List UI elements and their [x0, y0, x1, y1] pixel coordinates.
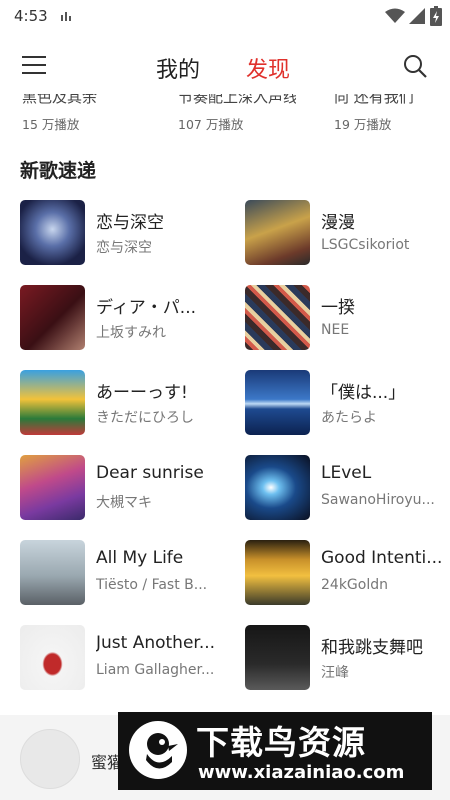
playlist-play-count: 19 万播放	[334, 117, 392, 132]
song-title: あーーっす!	[96, 383, 188, 403]
battery-icon	[430, 6, 442, 26]
song-title: 「僕は...」	[321, 383, 406, 403]
menu-icon[interactable]	[22, 54, 48, 76]
playlist-play-count: 107 万播放	[178, 117, 244, 132]
album-cover	[245, 285, 310, 350]
album-cover	[245, 370, 310, 435]
song-title: ディア・パ...	[96, 298, 197, 318]
song-item[interactable]: 「僕は...」 あたらよ	[245, 367, 450, 435]
song-item[interactable]: 和我跳支舞吧 汪峰	[245, 622, 450, 690]
song-item[interactable]: あーーっす! きただにひろし	[20, 367, 230, 435]
song-artist: 大槻マキ	[96, 495, 152, 511]
song-item[interactable]: 漫漫 LSGCsikoriot	[245, 197, 450, 265]
song-item[interactable]: LEveL SawanoHiroyu...	[245, 452, 450, 520]
wifi-icon	[385, 8, 405, 23]
song-artist: 恋与深空	[96, 240, 152, 256]
song-title: 漫漫	[321, 213, 355, 233]
song-artist: LSGCsikoriot	[321, 237, 410, 253]
sim-card-icon	[61, 12, 71, 21]
album-cover	[20, 285, 85, 350]
playlist-play-count: 15 万播放	[22, 117, 80, 132]
song-item[interactable]: Just Another... Liam Gallagher...	[20, 622, 230, 690]
album-cover	[20, 200, 85, 265]
song-title: All My Life	[96, 548, 184, 568]
song-artist: あたらよ	[321, 410, 377, 426]
player-album-disc[interactable]	[20, 729, 80, 789]
section-title-new-songs: 新歌速递	[20, 160, 97, 182]
song-artist: 24kGoldn	[321, 577, 388, 593]
watermark-title: 下载鸟资源	[196, 723, 366, 762]
album-cover	[245, 455, 310, 520]
song-title: 和我跳支舞吧	[321, 638, 423, 658]
top-navigation: 我的 发现	[0, 38, 450, 94]
album-cover	[20, 540, 85, 605]
song-item[interactable]: All My Life Tiësto / Fast B...	[20, 537, 230, 605]
cell-signal-icon	[409, 8, 425, 24]
song-title: 恋与深空	[96, 213, 164, 233]
status-time: 4:53	[14, 7, 48, 25]
search-icon[interactable]	[402, 53, 428, 79]
album-cover	[20, 625, 85, 690]
album-cover	[20, 370, 85, 435]
song-title: Good Intenti...	[321, 548, 443, 568]
song-artist: きただにひろし	[96, 410, 194, 426]
song-artist: Tiësto / Fast B...	[96, 577, 208, 593]
song-title: 一揆	[321, 298, 355, 318]
song-item[interactable]: Good Intenti... 24kGoldn	[245, 537, 450, 605]
album-cover	[245, 540, 310, 605]
song-item[interactable]: 一揆 NEE	[245, 282, 450, 350]
song-item[interactable]: ディア・パ... 上坂すみれ	[20, 282, 230, 350]
bird-logo-icon	[129, 721, 187, 779]
album-cover	[245, 625, 310, 690]
status-bar: 4:53	[0, 0, 450, 34]
song-title: Just Another...	[96, 633, 216, 653]
tab-mine[interactable]: 我的	[156, 52, 200, 84]
song-artist: SawanoHiroyu...	[321, 492, 435, 508]
song-title: Dear sunrise	[96, 463, 204, 483]
playlist-title: 黑色及其余	[22, 94, 98, 106]
playlist-title: 节奏配上深入声线	[178, 94, 296, 106]
song-title: LEveL	[321, 463, 372, 483]
watermark-url: www.xiazainiao.com	[198, 762, 405, 783]
watermark-banner: 下载鸟资源 www.xiazainiao.com	[118, 712, 432, 790]
song-item[interactable]: 恋与深空 恋与深空	[20, 197, 230, 265]
song-item[interactable]: Dear sunrise 大槻マキ	[20, 452, 230, 520]
playlist-title: 向 还有我们	[334, 94, 414, 106]
album-cover	[245, 200, 310, 265]
song-artist: 上坂すみれ	[96, 325, 166, 341]
playlist-row: 黑色及其余 15 万播放 节奏配上深入声线 107 万播放 向 还有我们 19 …	[0, 94, 450, 138]
album-cover	[20, 455, 85, 520]
tab-discover[interactable]: 发现	[246, 52, 290, 84]
song-artist: Liam Gallagher...	[96, 662, 215, 678]
song-artist: NEE	[321, 322, 350, 338]
song-artist: 汪峰	[321, 665, 349, 681]
